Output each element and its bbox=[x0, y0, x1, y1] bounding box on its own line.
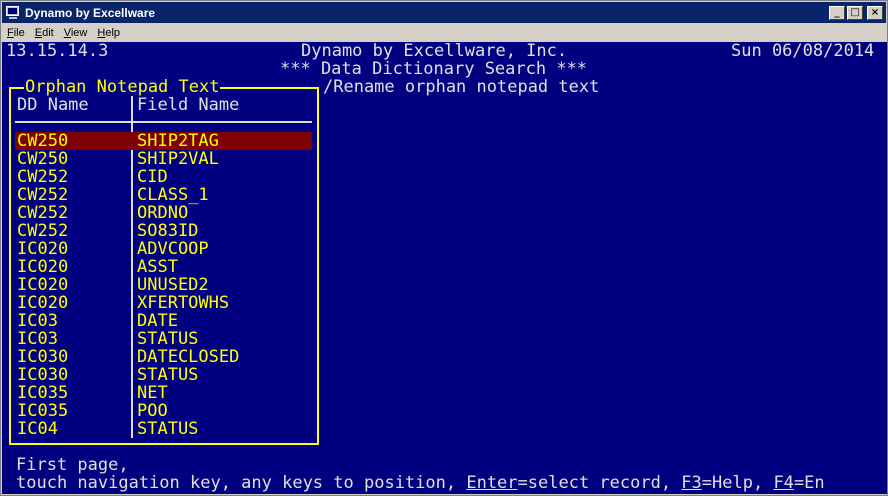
table-row[interactable]: IC020 UNUSED2 bbox=[15, 276, 312, 294]
company-label: Dynamo by Excellware, Inc. bbox=[301, 42, 568, 61]
window-title: Dynamo by Excellware bbox=[25, 5, 156, 20]
date-label: Sun 06/08/2014 bbox=[731, 42, 875, 61]
dd-name-cell: IC030 bbox=[17, 347, 69, 367]
table-row[interactable]: IC035 POO bbox=[15, 402, 312, 420]
table-row[interactable]: IC030 STATUS bbox=[15, 366, 312, 384]
table-row[interactable]: IC030 DATECLOSED bbox=[15, 348, 312, 366]
field-name-cell: STATUS bbox=[137, 365, 199, 385]
status-text-c: =select record, bbox=[517, 473, 682, 493]
dd-name-cell: IC03 bbox=[17, 329, 58, 349]
menu-bar: File Edit View Help bbox=[2, 24, 125, 42]
field-name-cell: CLASS_1 bbox=[137, 185, 209, 205]
f4-key-hint: F4 bbox=[773, 473, 794, 493]
field-name-cell: SO83ID bbox=[137, 221, 199, 241]
action-message: /Rename orphan notepad text bbox=[323, 77, 600, 97]
status-text-a: touch navigation key, any keys to positi… bbox=[16, 473, 467, 493]
table-row[interactable]: CW250 SHIP2TAG bbox=[15, 132, 312, 150]
field-name-cell: STATUS bbox=[137, 419, 199, 439]
field-name-cell: SHIP2VAL bbox=[137, 149, 219, 169]
menu-help[interactable]: Help bbox=[92, 27, 125, 39]
menu-view[interactable]: View bbox=[59, 27, 93, 39]
table-row[interactable]: IC020 ADVCOOP bbox=[15, 240, 312, 258]
field-name-cell: NET bbox=[137, 383, 168, 403]
table-row[interactable]: IC035 NET bbox=[15, 384, 312, 402]
minimize-button[interactable]: _ bbox=[829, 5, 845, 20]
menu-file[interactable]: File bbox=[2, 27, 30, 39]
table-row[interactable]: IC03 DATE bbox=[15, 312, 312, 330]
table-row[interactable]: IC04 STATUS bbox=[15, 420, 312, 438]
table-row[interactable]: CW252 CLASS_1 bbox=[15, 186, 312, 204]
dd-name-cell: CW252 bbox=[17, 167, 69, 187]
dd-name-cell: CW252 bbox=[17, 185, 69, 205]
dd-name-cell: IC020 bbox=[17, 293, 69, 313]
dd-name-cell: IC04 bbox=[17, 419, 58, 439]
menu-edit[interactable]: Edit bbox=[30, 27, 59, 39]
header-divider bbox=[15, 121, 312, 123]
dd-name-cell: IC020 bbox=[17, 239, 69, 259]
table-row[interactable]: CW252 ORDNO bbox=[15, 204, 312, 222]
dd-name-cell: CW252 bbox=[17, 203, 69, 223]
field-name-cell: DATE bbox=[137, 311, 178, 331]
dd-name-cell: IC020 bbox=[17, 275, 69, 295]
maximize-button[interactable]: □ bbox=[847, 5, 863, 20]
status-line-2: touch navigation key, any keys to positi… bbox=[16, 474, 825, 492]
field-name-cell: ASST bbox=[137, 257, 178, 277]
dd-name-cell: IC035 bbox=[17, 383, 69, 403]
table-row[interactable]: IC020 XFERTOWHS bbox=[15, 294, 312, 312]
table-row[interactable]: IC020 ASST bbox=[15, 258, 312, 276]
status-text-g: =En bbox=[793, 473, 825, 493]
field-name-cell: CID bbox=[137, 167, 168, 187]
field-name-cell: STATUS bbox=[137, 329, 199, 349]
close-button[interactable]: × bbox=[867, 5, 883, 20]
status-text-e: =Help, bbox=[701, 473, 774, 493]
dd-name-cell: CW250 bbox=[17, 131, 69, 151]
screen-subtitle: *** Data Dictionary Search *** bbox=[280, 59, 588, 79]
field-name-cell: SHIP2TAG bbox=[137, 131, 219, 151]
dd-name-cell: IC020 bbox=[17, 257, 69, 277]
field-name-cell: ADVCOOP bbox=[137, 239, 209, 259]
f3-key-hint: F3 bbox=[681, 473, 702, 493]
dd-name-cell: IC03 bbox=[17, 311, 58, 331]
table-row[interactable]: CW252 SO83ID bbox=[15, 222, 312, 240]
status-line-1: First page, bbox=[16, 455, 129, 475]
app-window: Dynamo by Excellware _ □ × File Edit Vie… bbox=[0, 0, 888, 496]
enter-key-hint: Enter bbox=[466, 473, 518, 493]
field-name-cell: POO bbox=[137, 401, 168, 421]
dd-name-cell: CW250 bbox=[17, 149, 69, 169]
panel-title: Orphan Notepad Text bbox=[24, 77, 221, 97]
dd-name-cell: CW252 bbox=[17, 221, 69, 241]
field-name-cell: UNUSED2 bbox=[137, 275, 209, 295]
terminal-console[interactable]: 13.15.14.3 Dynamo by Excellware, Inc. Su… bbox=[2, 42, 887, 494]
field-name-cell: DATECLOSED bbox=[137, 347, 240, 367]
field-name-cell: ORDNO bbox=[137, 203, 189, 223]
field-name-cell: XFERTOWHS bbox=[137, 293, 230, 313]
table-row[interactable]: IC03 STATUS bbox=[15, 330, 312, 348]
table-row[interactable]: CW250 SHIP2VAL bbox=[15, 150, 312, 168]
version-label: 13.15.14.3 bbox=[6, 42, 109, 61]
dd-name-cell: IC030 bbox=[17, 365, 69, 385]
column-header-dd-name: DD Name bbox=[17, 95, 89, 115]
title-bar[interactable]: Dynamo by Excellware _ □ × bbox=[2, 2, 886, 23]
app-icon[interactable] bbox=[6, 5, 20, 20]
column-header-field-name: Field Name bbox=[137, 95, 240, 115]
table-row[interactable]: CW252 CID bbox=[15, 168, 312, 186]
dd-name-cell: IC035 bbox=[17, 401, 69, 421]
